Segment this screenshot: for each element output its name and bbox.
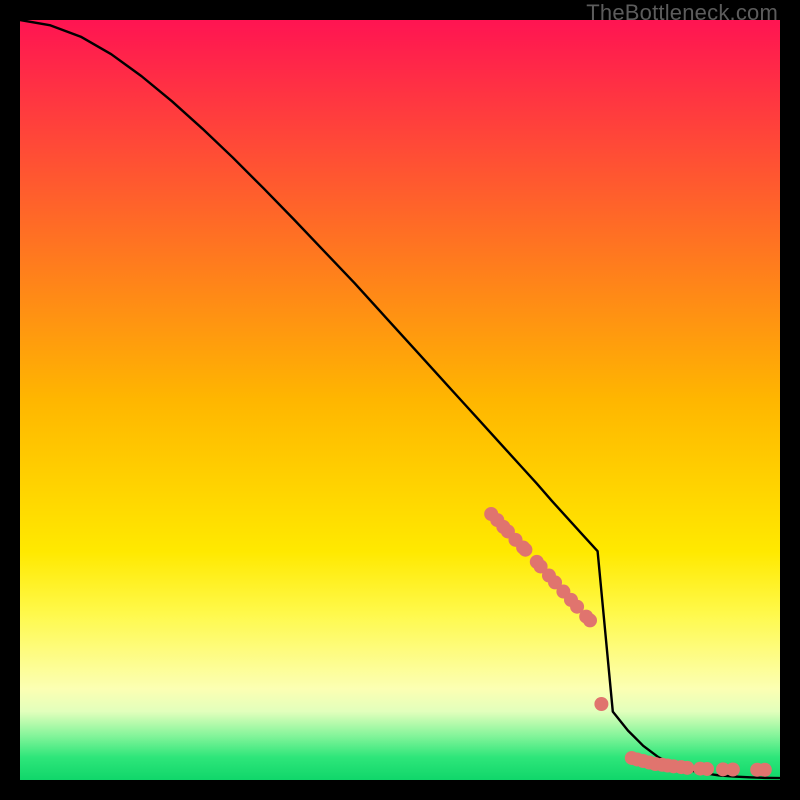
highlight-marker (594, 697, 608, 711)
chart-canvas (20, 20, 780, 780)
watermark-text: TheBottleneck.com (586, 0, 778, 26)
highlight-marker (518, 543, 532, 557)
highlight-marker (758, 763, 772, 777)
highlight-marker (700, 762, 714, 776)
chart-background (20, 20, 780, 780)
highlight-marker (583, 613, 597, 627)
highlight-marker (726, 763, 740, 777)
highlight-marker (680, 761, 694, 775)
